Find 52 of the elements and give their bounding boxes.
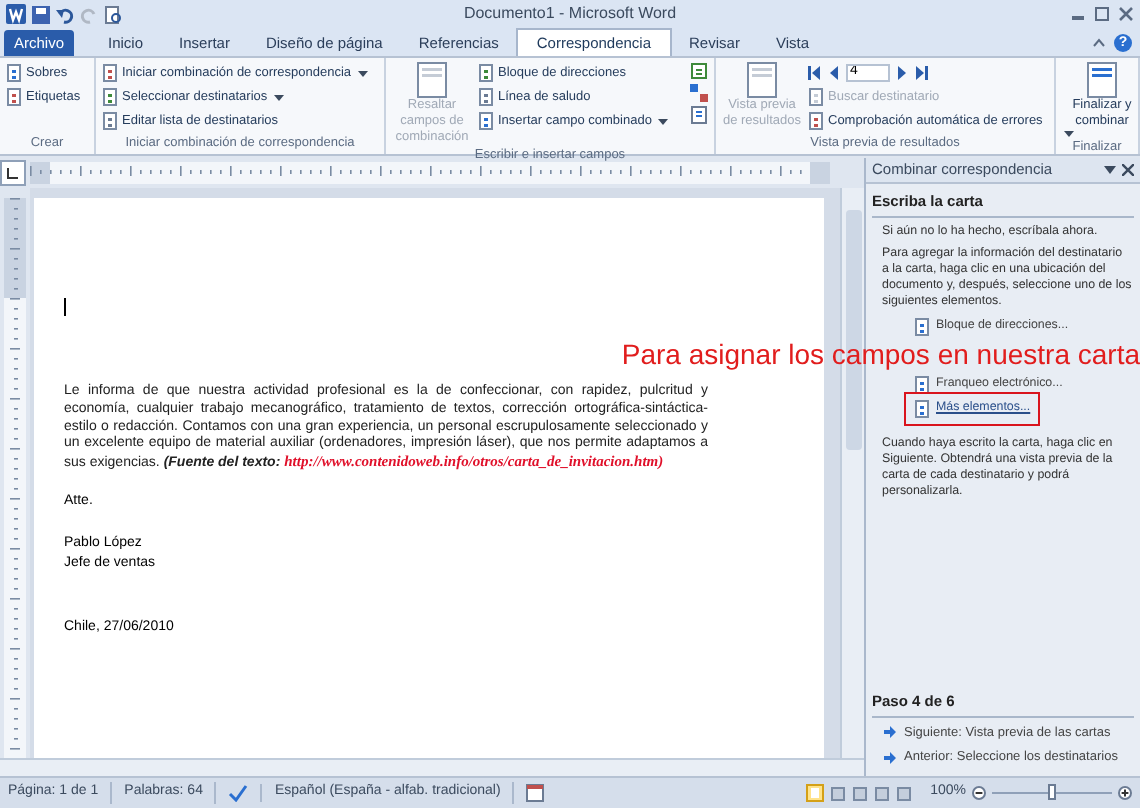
- match-fields-icon[interactable]: [690, 84, 708, 102]
- document-icon: [914, 317, 930, 336]
- document-icon: [416, 62, 448, 98]
- document-icon: [478, 112, 494, 130]
- last-record-icon[interactable]: [914, 66, 928, 80]
- update-labels-icon[interactable]: [690, 106, 708, 124]
- spelling-check-icon[interactable]: [228, 784, 249, 802]
- save-icon[interactable]: [32, 5, 50, 23]
- document-icon: [914, 375, 930, 394]
- document-icon: [746, 62, 778, 98]
- outline-icon[interactable]: [874, 785, 891, 801]
- document-icon: [102, 64, 118, 82]
- document-icon: [914, 399, 930, 418]
- vertical-ruler[interactable]: [4, 198, 26, 758]
- dropdown-icon[interactable]: [1104, 164, 1116, 176]
- document-icon: [478, 64, 494, 82]
- undo-icon[interactable]: [56, 5, 74, 23]
- document-icon: [6, 64, 22, 82]
- close-icon[interactable]: [1118, 6, 1134, 22]
- dropdown-caret-icon[interactable]: [273, 93, 284, 101]
- dropdown-caret-icon[interactable]: [1064, 130, 1074, 138]
- caret-icon[interactable]: [1092, 35, 1106, 49]
- previous-record-icon[interactable]: [828, 66, 840, 80]
- dropdown-caret-icon[interactable]: [657, 117, 668, 125]
- dropdown-caret-icon[interactable]: [357, 69, 368, 77]
- document-icon: [478, 88, 494, 106]
- document-icon: [808, 88, 824, 106]
- first-record-icon[interactable]: [808, 66, 822, 80]
- macro-icon[interactable]: [526, 784, 545, 802]
- web-layout-icon[interactable]: [852, 785, 869, 801]
- window-title: Documento1 - Microsoft Word: [463, 4, 677, 22]
- draft-icon[interactable]: [896, 785, 913, 801]
- zoom-out-icon[interactable]: [972, 786, 986, 800]
- next-record-icon[interactable]: [896, 66, 908, 80]
- merge-document-icon: [1086, 62, 1118, 98]
- rules-icon[interactable]: [690, 62, 708, 80]
- document-icon: [102, 112, 118, 130]
- print-preview-icon[interactable]: [104, 5, 122, 23]
- word-logo-icon: [6, 4, 26, 24]
- close-icon[interactable]: [1122, 164, 1134, 176]
- text-cursor: [64, 298, 66, 316]
- document-icon: [808, 112, 824, 130]
- annotation-text: Para asignar los campos en nuestra carta: [621, 339, 1140, 370]
- document-icon: [102, 88, 118, 106]
- zoom-in-icon[interactable]: [1118, 786, 1132, 800]
- horizontal-scrollbar[interactable]: [0, 758, 864, 776]
- full-screen-icon[interactable]: [830, 785, 847, 801]
- tab-selector-icon[interactable]: [0, 160, 26, 186]
- document-icon: [6, 88, 22, 106]
- print-layout-icon[interactable]: [806, 784, 825, 802]
- maximize-icon[interactable]: [1094, 6, 1110, 22]
- slider-thumb[interactable]: [1048, 784, 1056, 800]
